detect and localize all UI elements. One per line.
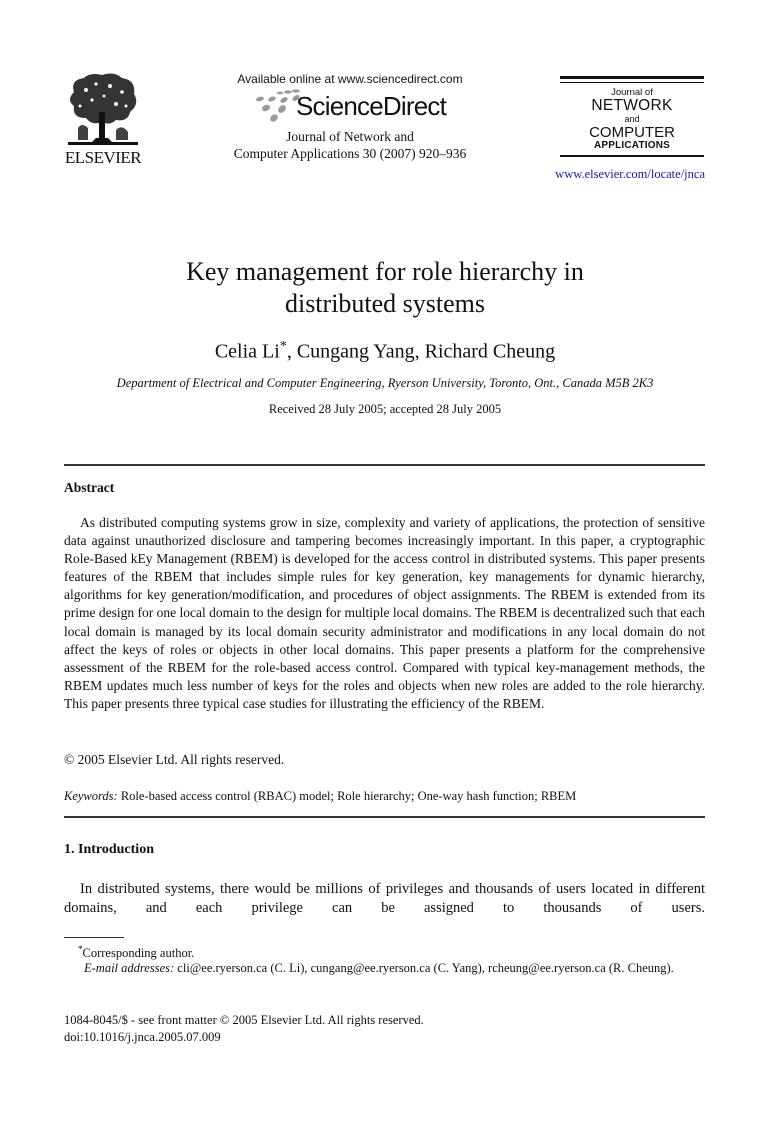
abstract-paragraph: As distributed computing systems grow in… — [64, 515, 705, 711]
journal-mark-top-rule — [560, 76, 704, 79]
received-dates: Received 28 July 2005; accepted 28 July … — [268, 402, 502, 416]
doi-link[interactable]: doi:10.1016/j.jnca.2005.07.009 — [64, 1030, 221, 1045]
elsevier-wordmark: ELSEVIER — [64, 148, 142, 167]
available-online-text[interactable]: Available online at www.sciencedirect.co… — [200, 72, 500, 86]
author-name: Cungang Yang — [296, 340, 415, 363]
journal-citation-line1: Journal of Network and — [286, 129, 414, 144]
article-title-line1: Key management for role hierarchy in — [186, 257, 584, 286]
footnote-corresponding-text: Corresponding author. — [82, 946, 195, 961]
abstract-bottom-rule — [64, 816, 705, 818]
journal-mark-line2: NETWORK — [591, 97, 673, 114]
journal-mark-line5: APPLICATIONS — [593, 140, 671, 151]
issn-front-matter: 1084-8045/$ - see front matter © 2005 El… — [64, 1013, 424, 1027]
sciencedirect-dots-icon — [256, 89, 300, 122]
author-separator: , — [286, 340, 297, 363]
author-list: Celia Li*, Cungang Yang, Richard Cheung — [60, 339, 710, 364]
journal-url-link[interactable]: www.elsevier.com/locate/jnca — [520, 167, 705, 182]
author-separator: , — [414, 340, 425, 363]
section-heading-introduction: 1. Introduction — [64, 842, 154, 857]
abstract-heading: Abstract — [64, 480, 115, 495]
sciencedirect-logo[interactable]: ScienceDirect — [200, 88, 500, 122]
footnote-email-addresses: E-mail addresses: cli@ee.ryerson.ca (C. … — [64, 960, 705, 977]
keywords: Keywords: Role-based access control (RBA… — [64, 789, 705, 804]
author-affiliation: Department of Electrical and Computer En… — [116, 376, 654, 390]
introduction-paragraph: In distributed systems, there would be m… — [64, 881, 705, 916]
author-name: Celia Li — [214, 340, 280, 363]
footnote-rule — [64, 937, 124, 938]
elsevier-tree-icon — [68, 73, 138, 145]
author-name: Richard Cheung — [424, 340, 556, 363]
journal-citation-line2: Computer Applications 30 (2007) 920–936 — [233, 146, 467, 161]
elsevier-logo: ELSEVIER — [62, 72, 144, 167]
email-label: E-mail addresses: — [84, 961, 175, 975]
journal-mark-text: Journal of NETWORK and COMPUTER APPLICAT… — [560, 83, 704, 155]
abstract-top-rule — [64, 464, 705, 466]
email-value[interactable]: cli@ee.ryerson.ca (C. Li), cungang@ee.ry… — [177, 961, 674, 975]
article-title-line2: distributed systems — [284, 289, 486, 318]
corresponding-author-marker[interactable]: * — [280, 339, 287, 354]
sciencedirect-wordmark: ScienceDirect — [296, 91, 447, 121]
article-title: Key management for role hierarchy in dis… — [60, 256, 710, 320]
abstract-body: As distributed computing systems grow in… — [64, 514, 705, 713]
introduction-body: In distributed systems, there would be m… — [64, 880, 705, 918]
footnote-corresponding-author: *Corresponding author. — [78, 944, 194, 961]
journal-mark: Journal of NETWORK and COMPUTER APPLICAT… — [560, 76, 704, 157]
journal-mark-bottom-rule — [560, 155, 704, 157]
abstract-copyright: © 2005 Elsevier Ltd. All rights reserved… — [64, 752, 285, 767]
journal-mark-line4: COMPUTER — [589, 124, 675, 141]
keywords-label: Keywords: — [64, 789, 118, 803]
keywords-value: Role-based access control (RBAC) model; … — [120, 789, 577, 803]
sciencedirect-block: Available online at www.sciencedirect.co… — [200, 72, 500, 162]
journal-citation: Journal of Network and Computer Applicat… — [200, 128, 500, 162]
